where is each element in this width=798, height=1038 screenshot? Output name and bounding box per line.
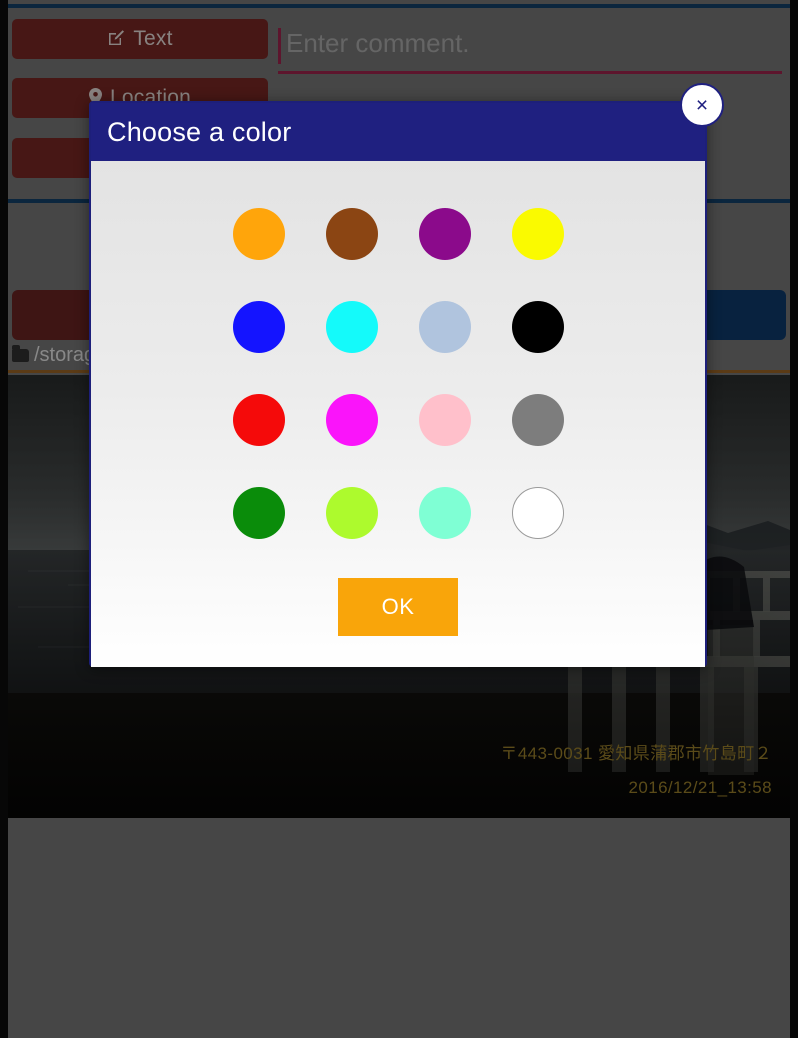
close-icon[interactable]: × — [680, 83, 724, 127]
swatch-cell — [305, 280, 398, 373]
swatch-cell — [212, 466, 305, 559]
swatch-cell — [398, 280, 491, 373]
color-swatch-white[interactable] — [511, 486, 564, 539]
top-divider-upper — [8, 4, 790, 8]
text-button-label: Text — [133, 27, 173, 50]
screen: Text Location Enter comment. /storage 〒4… — [0, 0, 798, 1038]
photo-overlay-address: 〒443-0031 愛知県蒲郡市竹島町２ — [500, 744, 772, 763]
swatch-cell — [491, 280, 584, 373]
photo-overlay-datetime: 2016/12/21_13:58 — [628, 778, 772, 797]
swatch-cell — [491, 187, 584, 280]
edit-pencil-icon — [107, 29, 125, 50]
color-swatch-grid — [91, 187, 705, 559]
comment-input-placeholder: Enter comment. — [286, 28, 470, 58]
color-swatch-orange[interactable] — [232, 207, 285, 260]
text-caret — [278, 28, 281, 64]
ok-button[interactable]: OK — [338, 578, 458, 636]
right-rail — [790, 0, 798, 1038]
color-swatch-red[interactable] — [232, 393, 285, 446]
swatch-cell — [305, 187, 398, 280]
color-picker-dialog: Choose a color × OK — [89, 83, 724, 667]
color-swatch-black[interactable] — [511, 300, 564, 353]
swatch-cell — [398, 187, 491, 280]
swatch-cell — [398, 373, 491, 466]
swatch-cell — [305, 466, 398, 559]
dialog-actions: OK — [91, 578, 705, 636]
comment-input[interactable]: Enter comment. — [278, 22, 782, 74]
swatch-cell — [491, 466, 584, 559]
color-swatch-yellow[interactable] — [511, 207, 564, 260]
color-swatch-pink[interactable] — [418, 393, 471, 446]
swatch-cell — [212, 373, 305, 466]
color-swatch-lightsteelblue[interactable] — [418, 300, 471, 353]
color-swatch-green[interactable] — [232, 486, 285, 539]
color-swatch-purple[interactable] — [418, 207, 471, 260]
swatch-cell — [491, 373, 584, 466]
dialog-title: Choose a color — [107, 116, 292, 147]
color-swatch-magenta[interactable] — [325, 393, 378, 446]
dialog-header: Choose a color — [91, 103, 705, 161]
folder-icon — [12, 345, 29, 362]
color-swatch-aquamarine[interactable] — [418, 486, 471, 539]
left-rail — [0, 0, 8, 1038]
color-swatch-cyan[interactable] — [325, 300, 378, 353]
dialog-body: OK — [91, 161, 705, 667]
text-button[interactable]: Text — [12, 19, 268, 59]
color-swatch-gray[interactable] — [511, 393, 564, 446]
color-swatch-brown[interactable] — [325, 207, 378, 260]
swatch-cell — [305, 373, 398, 466]
swatch-cell — [212, 280, 305, 373]
swatch-cell — [212, 187, 305, 280]
swatch-cell — [398, 466, 491, 559]
color-swatch-blue[interactable] — [232, 300, 285, 353]
color-swatch-greenyellow[interactable] — [325, 486, 378, 539]
